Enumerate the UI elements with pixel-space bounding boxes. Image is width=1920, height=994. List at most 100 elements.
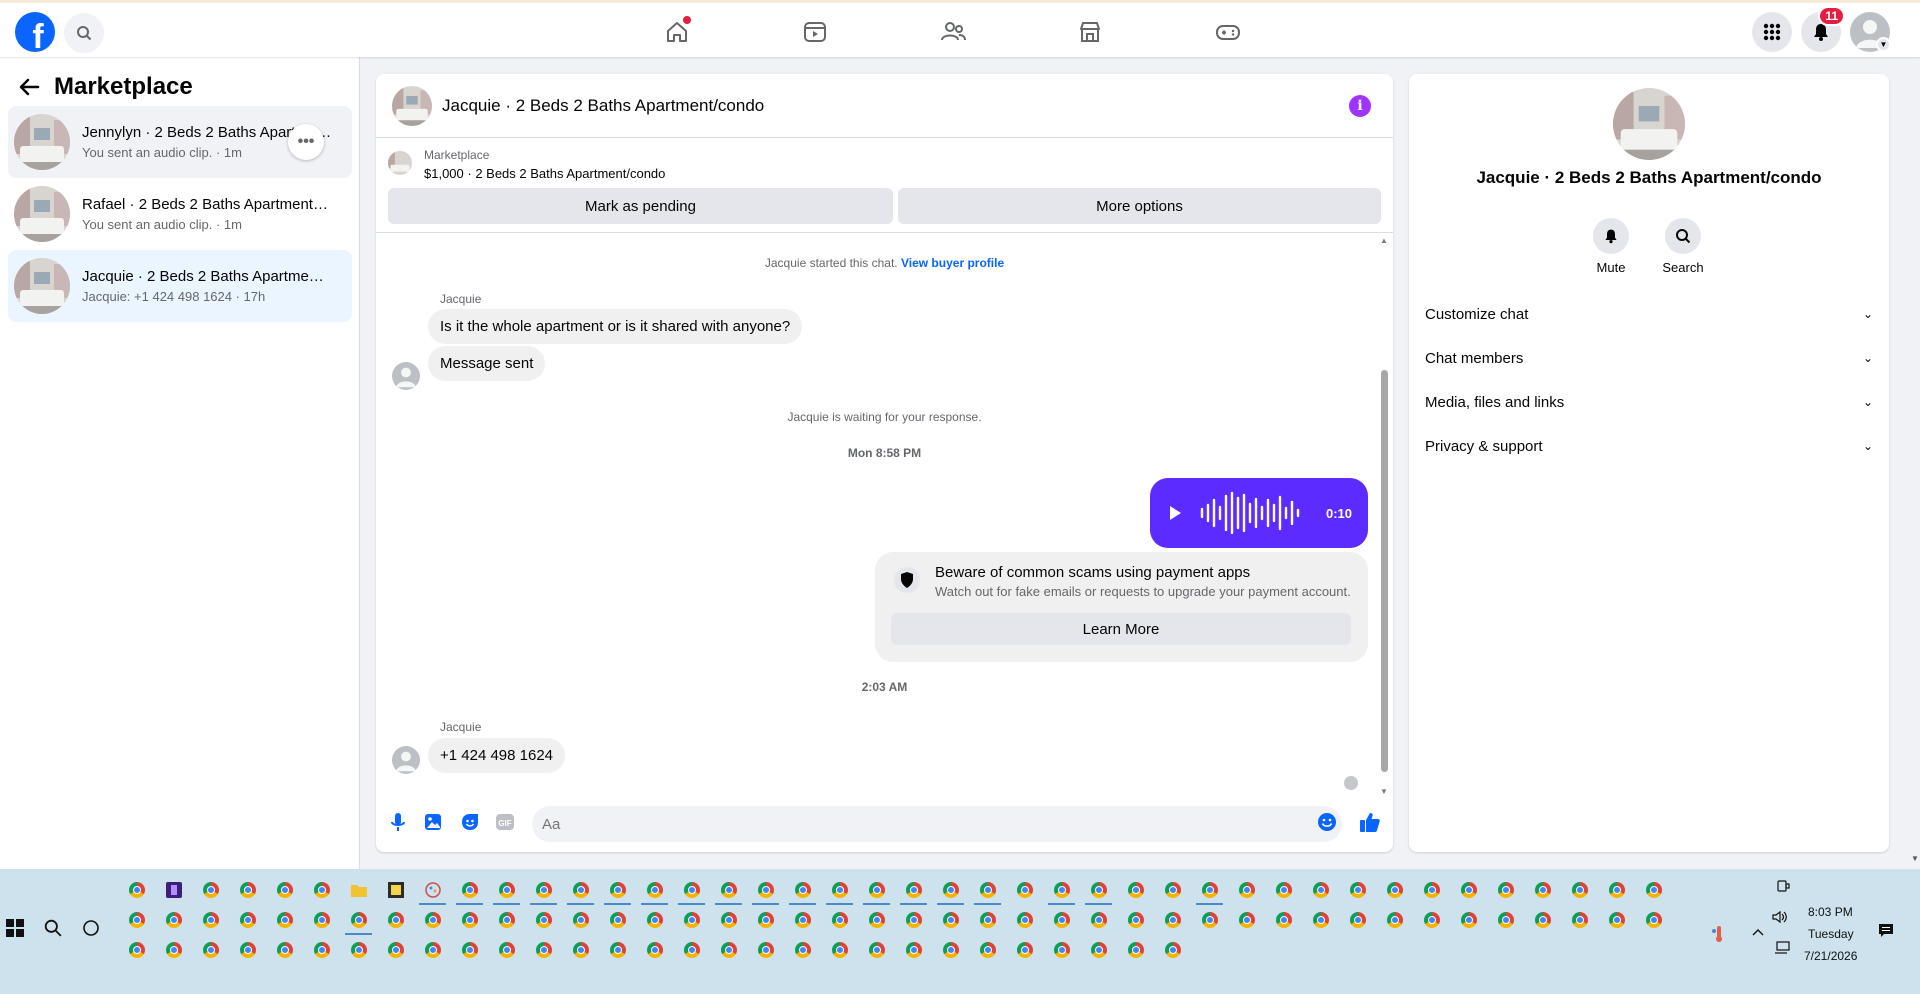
home-tab[interactable] — [657, 12, 697, 52]
mute-button[interactable]: Mute — [1581, 218, 1641, 275]
chrome-icon[interactable] — [1302, 905, 1339, 935]
gif-icon[interactable]: GIF — [493, 810, 517, 834]
chat-members-section[interactable]: Chat members ⌄ — [1425, 340, 1873, 376]
audio-message[interactable]: 0:10 — [1150, 478, 1368, 548]
chrome-icon[interactable] — [192, 875, 229, 905]
app-icon[interactable] — [155, 875, 192, 905]
chrome-icon[interactable] — [1413, 875, 1450, 905]
chrome-icon[interactable] — [229, 935, 266, 965]
chrome-icon[interactable] — [599, 905, 636, 935]
chat-thumbnail[interactable] — [392, 85, 432, 126]
clock-time[interactable]: 8:03 PM — [1808, 905, 1853, 919]
chrome-icon[interactable] — [599, 935, 636, 965]
notification-center-icon[interactable] — [1878, 923, 1894, 939]
conversation-item-active[interactable]: Jacquie · 2 Beds 2 Baths Apartment/condo… — [8, 250, 352, 322]
video-tab[interactable] — [795, 12, 835, 52]
chrome-icon[interactable] — [229, 875, 266, 905]
chrome-icon[interactable] — [451, 905, 488, 935]
notifications-button[interactable]: 11 — [1801, 6, 1845, 52]
chevron-up-icon[interactable] — [1752, 927, 1764, 937]
chrome-icon[interactable] — [1339, 905, 1376, 935]
chrome-icon[interactable] — [562, 905, 599, 935]
chrome-icon[interactable] — [525, 875, 562, 905]
chrome-icon[interactable] — [858, 935, 895, 965]
facebook-logo[interactable]: f — [15, 12, 55, 52]
incoming-message[interactable]: +1 424 498 1624 — [428, 738, 566, 773]
message-input[interactable] — [532, 806, 1342, 842]
chrome-icon[interactable] — [118, 875, 155, 905]
chrome-icon[interactable] — [932, 935, 969, 965]
chrome-icon[interactable] — [303, 875, 340, 905]
chrome-icon[interactable] — [155, 935, 192, 965]
weather-icon[interactable] — [1711, 925, 1727, 943]
scroll-up-arrow-icon[interactable]: ▲ — [1379, 236, 1389, 245]
chrome-icon[interactable] — [377, 905, 414, 935]
chrome-icon[interactable] — [932, 875, 969, 905]
chrome-icon[interactable] — [1154, 935, 1191, 965]
chrome-icon[interactable] — [784, 935, 821, 965]
scroll-down-arrow-icon[interactable]: ▼ — [1379, 787, 1389, 796]
chrome-icon[interactable] — [1080, 875, 1117, 905]
chrome-icon[interactable] — [451, 875, 488, 905]
chrome-icon[interactable] — [562, 875, 599, 905]
chrome-icon[interactable] — [1154, 875, 1191, 905]
windows-start-icon[interactable] — [6, 919, 24, 937]
chrome-icon[interactable] — [784, 875, 821, 905]
chrome-icon[interactable] — [1302, 875, 1339, 905]
chrome-icon[interactable] — [1524, 905, 1561, 935]
chrome-icon[interactable] — [895, 935, 932, 965]
chrome-icon[interactable] — [1376, 905, 1413, 935]
chrome-icon[interactable] — [525, 905, 562, 935]
chrome-icon[interactable] — [1413, 905, 1450, 935]
chrome-icon[interactable] — [747, 905, 784, 935]
chrome-icon[interactable] — [1117, 905, 1154, 935]
chrome-icon[interactable] — [525, 935, 562, 965]
chrome-icon[interactable] — [266, 905, 303, 935]
chrome-icon[interactable] — [1265, 905, 1302, 935]
chrome-icon[interactable] — [1154, 905, 1191, 935]
chrome-icon[interactable] — [118, 905, 155, 935]
gaming-tab[interactable] — [1208, 12, 1248, 52]
chrome-icon[interactable] — [858, 875, 895, 905]
conversation-item[interactable]: Rafael · 2 Beds 2 Baths Apartment/condo … — [8, 178, 352, 250]
chrome-icon[interactable] — [155, 905, 192, 935]
privacy-support-section[interactable]: Privacy & support ⌄ — [1425, 428, 1873, 464]
chrome-icon[interactable] — [636, 875, 673, 905]
listing-summary[interactable]: Marketplace $1,000 · 2 Beds 2 Baths Apar… — [388, 148, 665, 181]
chrome-icon[interactable] — [673, 935, 710, 965]
listing-image[interactable] — [1613, 88, 1685, 160]
chrome-icon[interactable] — [1191, 905, 1228, 935]
chrome-icon[interactable] — [1450, 905, 1487, 935]
chrome-icon[interactable] — [1117, 875, 1154, 905]
customize-chat-section[interactable]: Customize chat ⌄ — [1425, 296, 1873, 332]
media-files-links-section[interactable]: Media, files and links ⌄ — [1425, 384, 1873, 420]
chrome-icon[interactable] — [488, 935, 525, 965]
clock-date[interactable]: 7/21/2026 — [1804, 949, 1857, 963]
chrome-icon[interactable] — [340, 935, 377, 965]
chrome-icon[interactable] — [673, 905, 710, 935]
scroll-thumb[interactable] — [1381, 370, 1388, 772]
more-options-button[interactable]: ••• — [288, 124, 324, 160]
conversation-item[interactable]: Jennylyn · 2 Beds 2 Baths Apartment/cond… — [8, 106, 352, 178]
chrome-icon[interactable] — [1598, 905, 1635, 935]
page-scroll-down-icon[interactable]: ▼ — [1911, 854, 1919, 863]
chrome-icon[interactable] — [1339, 875, 1376, 905]
chrome-icon[interactable] — [1487, 905, 1524, 935]
chrome-icon[interactable] — [895, 875, 932, 905]
chrome-icon[interactable] — [1598, 875, 1635, 905]
device-icon[interactable] — [1776, 879, 1790, 893]
chrome-icon[interactable] — [1043, 905, 1080, 935]
view-buyer-profile-link[interactable]: View buyer profile — [901, 256, 1004, 270]
back-arrow-icon[interactable] — [18, 76, 40, 98]
chrome-icon[interactable] — [636, 935, 673, 965]
microphone-icon[interactable] — [386, 810, 410, 834]
chrome-icon[interactable] — [1006, 935, 1043, 965]
chat-title[interactable]: Jacquie · 2 Beds 2 Baths Apartment/condo — [442, 96, 764, 116]
chrome-icon[interactable] — [1561, 875, 1598, 905]
search-icon[interactable] — [44, 919, 62, 937]
chrome-icon[interactable] — [303, 905, 340, 935]
sender-avatar[interactable] — [392, 362, 420, 390]
paint-icon[interactable] — [414, 875, 451, 905]
chrome-icon[interactable] — [1043, 935, 1080, 965]
chrome-icon[interactable] — [1006, 905, 1043, 935]
